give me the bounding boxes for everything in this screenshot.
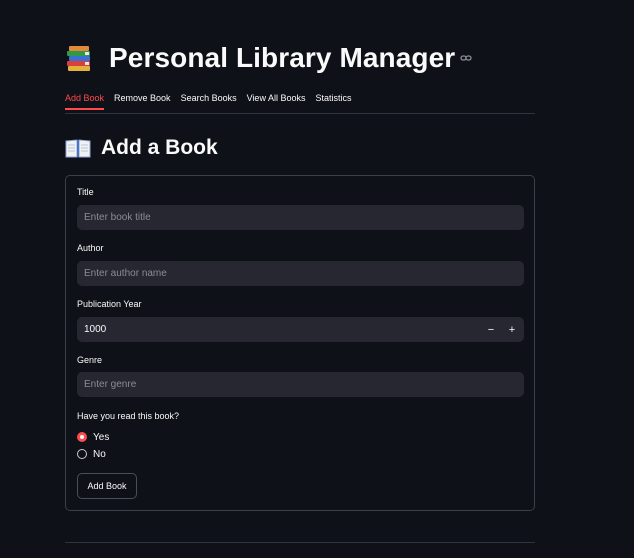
divider [65, 542, 535, 543]
decrement-button[interactable]: − [481, 317, 501, 342]
tab-add-book[interactable]: Add Book [65, 89, 105, 110]
tab-remove-book[interactable]: Remove Book [114, 89, 171, 109]
year-value: 1000 [84, 324, 107, 335]
radio-yes-label: Yes [93, 431, 110, 443]
page-title: Personal Library Manager [109, 42, 456, 73]
author-input[interactable]: Enter author name [77, 261, 524, 286]
section-header: Add a Book [65, 134, 218, 162]
radio-yes[interactable]: Yes [77, 430, 109, 444]
page-header: Personal Library Manager [65, 40, 472, 76]
tab-view-all-books[interactable]: View All Books [247, 89, 306, 109]
read-question-label: Have you read this book? [77, 411, 180, 421]
year-label: Publication Year [77, 299, 142, 309]
title-label: Title [77, 187, 94, 197]
tab-statistics[interactable]: Statistics [315, 89, 351, 109]
year-input[interactable]: 1000 − + [77, 317, 524, 342]
add-book-form: Title Enter book title Author Enter auth… [65, 175, 535, 511]
radio-no[interactable]: No [77, 447, 106, 461]
increment-button[interactable]: + [502, 317, 522, 342]
genre-label: Genre [77, 355, 103, 365]
radio-no-icon[interactable] [77, 449, 87, 459]
radio-no-label: No [93, 448, 106, 460]
books-icon [67, 46, 90, 71]
open-book-icon [65, 139, 91, 158]
add-book-button[interactable]: Add Book [77, 473, 137, 499]
section-title: Add a Book [101, 136, 218, 159]
tab-bar: Add Book Remove Book Search Books View A… [65, 89, 535, 114]
tab-search-books[interactable]: Search Books [181, 89, 237, 109]
genre-input[interactable]: Enter genre [77, 372, 524, 397]
link-icon[interactable] [460, 52, 472, 64]
app-page: Personal Library Manager Add Book Remove… [0, 0, 634, 558]
author-label: Author [77, 243, 104, 253]
radio-yes-icon[interactable] [77, 432, 87, 442]
title-input[interactable]: Enter book title [77, 205, 524, 230]
